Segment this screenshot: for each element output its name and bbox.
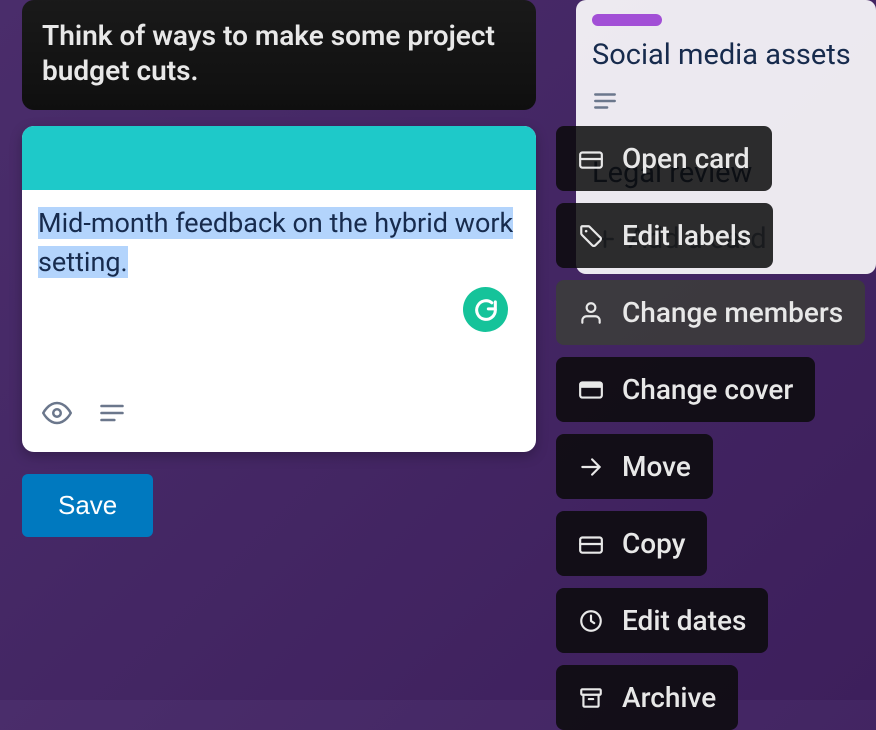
card-budget-cuts[interactable]: Think of ways to make some project budge… xyxy=(22,0,536,110)
menu-item-label: Change cover xyxy=(622,373,793,406)
card-cover[interactable] xyxy=(22,126,536,190)
user-icon xyxy=(578,300,604,326)
menu-item-label: Archive xyxy=(622,681,716,714)
card-title: Think of ways to make some project budge… xyxy=(42,18,516,88)
watch-icon xyxy=(42,398,72,432)
description-icon xyxy=(592,99,618,118)
clock-icon xyxy=(578,608,604,634)
menu-item-edit-labels[interactable]: Edit labels xyxy=(556,203,773,268)
save-button[interactable]: Save xyxy=(22,474,153,537)
arrow-right-icon xyxy=(578,454,604,480)
card-context-menu: Open card Edit labels Change members Change… xyxy=(556,126,865,730)
menu-item-label: Edit dates xyxy=(622,604,746,637)
menu-item-label: Change members xyxy=(622,296,843,329)
menu-item-label: Move xyxy=(622,450,691,483)
cover-icon xyxy=(578,377,604,403)
archive-icon xyxy=(578,685,604,711)
menu-item-copy[interactable]: Copy xyxy=(556,511,707,576)
menu-item-change-cover[interactable]: Change cover xyxy=(556,357,815,422)
card-title-input[interactable]: Mid-month feedback on the hybrid work se… xyxy=(38,204,520,282)
description-icon xyxy=(98,399,126,431)
menu-item-label: Open card xyxy=(622,142,750,175)
label-pill xyxy=(592,14,662,26)
menu-item-archive[interactable]: Archive xyxy=(556,665,738,730)
menu-item-change-members[interactable]: Change members xyxy=(556,280,865,345)
card-icon xyxy=(578,531,604,557)
menu-item-edit-dates[interactable]: Edit dates xyxy=(556,588,768,653)
tag-icon xyxy=(578,223,604,249)
menu-item-open-card[interactable]: Open card xyxy=(556,126,772,191)
card-title-social[interactable]: Social media assets xyxy=(592,38,860,72)
card-editor: Mid-month feedback on the hybrid work se… xyxy=(22,126,536,452)
grammarly-icon[interactable] xyxy=(463,287,508,332)
card-icon xyxy=(578,146,604,172)
menu-item-move[interactable]: Move xyxy=(556,434,713,499)
menu-item-label: Copy xyxy=(622,527,685,560)
menu-item-label: Edit labels xyxy=(622,219,751,252)
